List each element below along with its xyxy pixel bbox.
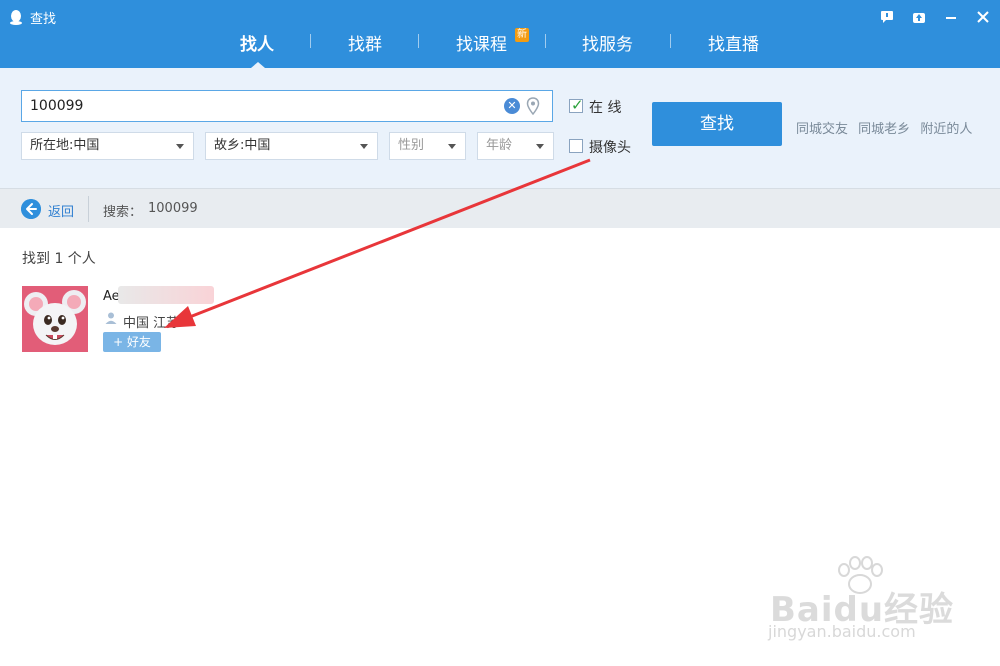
camera-label: 摄像头 xyxy=(589,140,631,156)
tab-divider xyxy=(545,34,546,48)
quick-link-nearby-people[interactable]: 附近的人 xyxy=(920,122,972,137)
window-controls xyxy=(878,8,992,26)
new-badge: 新 xyxy=(515,28,529,42)
divider xyxy=(88,196,89,222)
location-dropdown[interactable]: 所在地:中国 xyxy=(21,132,194,160)
quick-link-local-friends[interactable]: 同城交友 xyxy=(796,122,848,137)
search-input[interactable] xyxy=(30,91,500,121)
person-icon xyxy=(105,312,117,324)
redacted-name-mask xyxy=(118,286,214,304)
feedback-icon[interactable] xyxy=(878,8,896,26)
location-pin-icon[interactable] xyxy=(526,97,540,115)
tab-find-groups[interactable]: 找群 xyxy=(348,30,382,55)
search-box: ✕ xyxy=(21,90,553,122)
breadcrumb: 返回 搜索： 100099 xyxy=(0,188,1000,228)
clear-icon[interactable]: ✕ xyxy=(504,98,520,114)
chevron-down-icon xyxy=(448,144,456,149)
tab-find-live[interactable]: 找直播 xyxy=(708,30,759,55)
watermark-url: jingyan.baidu.com xyxy=(768,622,916,641)
mouse-avatar-image xyxy=(22,286,88,352)
chevron-down-icon xyxy=(536,144,544,149)
avatar[interactable] xyxy=(22,286,88,352)
search-query-value: 100099 xyxy=(148,201,198,216)
age-dropdown[interactable]: 年龄 xyxy=(477,132,554,160)
title-bar: 查找 找人 找群 找课程 新 找服务 找直播 xyxy=(0,0,1000,68)
quick-link-fellow-townsmen[interactable]: 同城老乡 xyxy=(858,122,910,137)
minimize-icon[interactable] xyxy=(942,8,960,26)
back-arrow-icon[interactable] xyxy=(21,199,41,219)
search-panel: ✕ 所在地:中国 故乡:中国 性别 年龄 ✓ 在 线 摄像头 查找 同城交友 同… xyxy=(0,68,1000,188)
checkmark-icon: ✓ xyxy=(571,96,584,114)
tab-find-people[interactable]: 找人 xyxy=(240,30,274,55)
user-location: 中国 江苏 xyxy=(123,316,180,331)
tab-find-courses[interactable]: 找课程 新 xyxy=(456,28,529,55)
upload-icon[interactable] xyxy=(910,8,928,26)
online-checkbox[interactable]: ✓ xyxy=(569,96,584,114)
tab-find-courses-label: 找课程 xyxy=(456,35,507,55)
gender-dropdown[interactable]: 性别 xyxy=(389,132,466,160)
tab-divider xyxy=(310,34,311,48)
back-link[interactable]: 返回 xyxy=(48,201,74,220)
tab-find-services[interactable]: 找服务 xyxy=(582,30,633,55)
gender-dropdown-value: 性别 xyxy=(398,138,425,153)
tab-divider xyxy=(418,34,419,48)
window-title: 查找 xyxy=(30,12,57,27)
camera-checkbox[interactable] xyxy=(569,139,583,153)
result-count: 找到 1 个人 xyxy=(22,251,96,267)
close-icon[interactable] xyxy=(974,8,992,26)
find-button[interactable]: 查找 xyxy=(652,102,782,146)
add-friend-button[interactable]: + 好友 xyxy=(103,332,161,352)
chevron-down-icon xyxy=(176,144,184,149)
tab-divider xyxy=(670,34,671,48)
hometown-dropdown-value: 故乡:中国 xyxy=(214,138,271,153)
hometown-dropdown[interactable]: 故乡:中国 xyxy=(205,132,378,160)
location-dropdown-value: 所在地:中国 xyxy=(30,138,100,153)
search-tabs: 找人 找群 找课程 新 找服务 找直播 xyxy=(0,28,1000,58)
chevron-down-icon xyxy=(360,144,368,149)
search-query-label: 搜索： xyxy=(103,205,143,220)
online-label: 在 线 xyxy=(589,100,622,116)
age-dropdown-value: 年龄 xyxy=(486,138,513,153)
qq-penguin-icon xyxy=(10,10,22,25)
quick-links: 同城交友 同城老乡 附近的人 xyxy=(796,118,978,137)
baidu-watermark: Baidu经验 jingyan.baidu.com xyxy=(760,556,960,646)
